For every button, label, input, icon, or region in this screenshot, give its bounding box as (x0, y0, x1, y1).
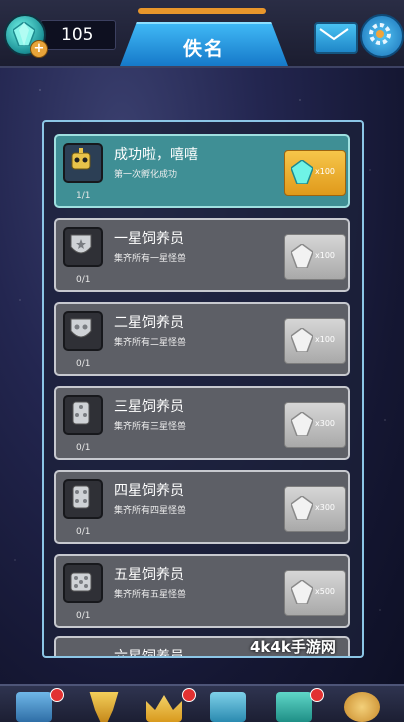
gem-icon (291, 160, 313, 184)
reward-amount: x100 (315, 167, 336, 176)
achievement-desc: 集齐所有一星怪兽 (114, 254, 187, 264)
reward-amount: x100 (315, 335, 336, 344)
five-star-shield-badge-icon (63, 563, 103, 603)
gem-counter[interactable]: 105 + (4, 14, 116, 58)
achievement-progress: 0/1 (76, 275, 91, 285)
reward-button-locked[interactable]: x300 (284, 486, 346, 532)
watermark: 4k4k手游网 (250, 638, 336, 656)
reward-button-locked[interactable]: x500 (284, 570, 346, 616)
gear-icon (369, 23, 391, 45)
add-gems-button[interactable]: + (30, 40, 48, 58)
reward-amount: x500 (315, 587, 336, 596)
gem-icon (291, 496, 313, 520)
bottom-nav (0, 684, 404, 722)
achievement-progress: 0/1 (76, 527, 91, 537)
gem-count: 105 (61, 25, 94, 45)
mail-button[interactable] (314, 22, 358, 54)
achievement-title: 五星饲养员 (114, 567, 184, 583)
achievement-row: 成功啦，嘻嘻 第一次孵化成功 1/1 x100 (54, 134, 350, 208)
gem-icon (291, 412, 313, 436)
four-star-shield-badge-icon (63, 479, 103, 519)
achievement-title: 一星饲养员 (114, 231, 184, 247)
top-bar: 105 + 佚名 (0, 0, 404, 68)
three-star-shield-badge-icon (63, 395, 103, 435)
gem-icon (291, 580, 313, 604)
nav-pet-icon[interactable] (276, 692, 312, 722)
notification-dot (182, 688, 196, 702)
gem-icon (291, 244, 313, 268)
notification-dot (50, 688, 64, 702)
nav-monster-icon[interactable] (210, 692, 246, 722)
one-star-shield-badge-icon (63, 227, 103, 267)
reward-amount: x100 (315, 251, 336, 260)
achievement-panel: 成功啦，嘻嘻 第一次孵化成功 1/1 x100 一星饲养员 集齐所有一星怪兽 0… (42, 120, 364, 658)
achievement-row: 四星饲养员 集齐所有四星怪兽 0/1 x300 (54, 470, 350, 544)
reward-amount: x300 (315, 503, 336, 512)
achievement-desc: 集齐所有五星怪兽 (114, 590, 187, 600)
achievement-progress: 0/1 (76, 611, 91, 621)
achievement-title: 三星饲养员 (114, 399, 184, 415)
achievement-title: 六星饲养员 (114, 649, 184, 658)
nav-trophy-icon[interactable] (89, 692, 119, 722)
title-accent-strip (138, 8, 266, 14)
robot-badge-icon (63, 143, 103, 183)
achievement-desc: 集齐所有二星怪兽 (114, 338, 187, 348)
achievement-title: 四星饲养员 (114, 483, 184, 499)
achievement-progress: 0/1 (76, 443, 91, 453)
gem-count-box: 105 (40, 20, 116, 50)
achievement-row: 二星饲养员 集齐所有二星怪兽 0/1 x100 (54, 302, 350, 376)
achievement-desc: 集齐所有四星怪兽 (114, 506, 187, 516)
achievement-progress: 1/1 (76, 191, 91, 201)
achievement-desc: 第一次孵化成功 (114, 170, 178, 180)
settings-button[interactable] (360, 14, 404, 58)
two-star-shield-badge-icon (63, 311, 103, 351)
achievement-title: 成功啦，嘻嘻 (114, 147, 198, 163)
notification-dot (310, 688, 324, 702)
nav-shell-icon[interactable] (344, 692, 380, 722)
achievement-row: 三星饲养员 集齐所有三星怪兽 0/1 x300 (54, 386, 350, 460)
gem-icon (291, 328, 313, 352)
achievement-desc: 集齐所有三星怪兽 (114, 422, 187, 432)
claim-reward-button[interactable]: x100 (284, 150, 346, 196)
reward-button-locked[interactable]: x300 (284, 402, 346, 448)
reward-button-locked[interactable]: x100 (284, 234, 346, 280)
nav-crown-icon[interactable] (146, 695, 182, 722)
page-title: 佚名 (182, 38, 225, 60)
achievement-progress: 0/1 (76, 359, 91, 369)
achievement-row: 一星饲养员 集齐所有一星怪兽 0/1 x100 (54, 218, 350, 292)
mail-icon (319, 28, 349, 41)
nav-cards-icon[interactable] (16, 692, 52, 722)
achievement-title: 二星饲养员 (114, 315, 184, 331)
reward-amount: x300 (315, 419, 336, 428)
achievement-row: 五星饲养员 集齐所有五星怪兽 0/1 x500 (54, 554, 350, 628)
reward-button-locked[interactable]: x100 (284, 318, 346, 364)
title-tab: 佚名 (120, 22, 288, 66)
